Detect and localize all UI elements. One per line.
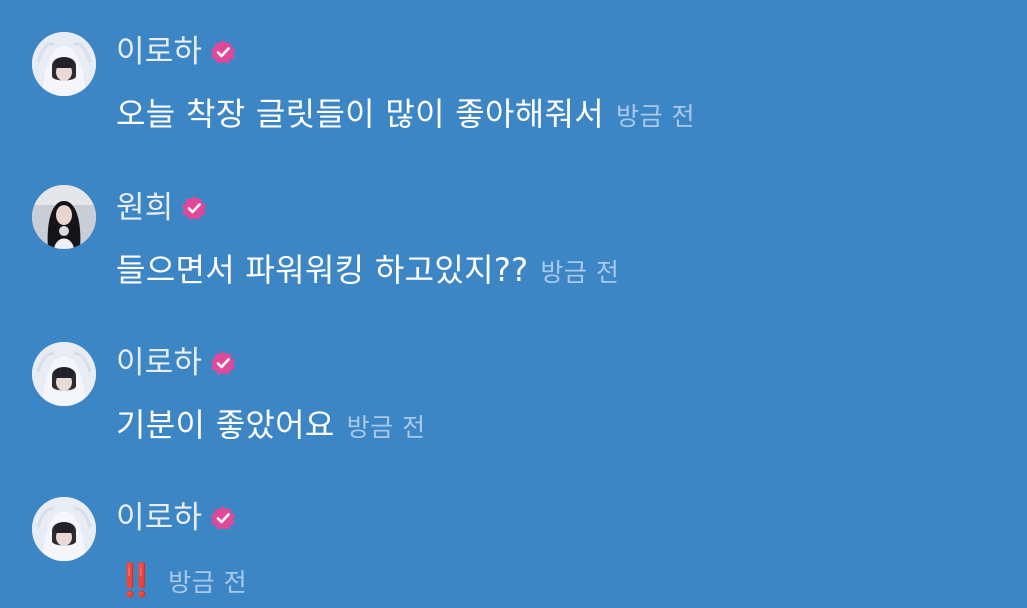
message-text: ‼️: [116, 561, 157, 599]
verified-badge-icon: [211, 506, 236, 530]
iroha-avatar-icon: [32, 342, 96, 406]
message-text: 기분이 좋았어요: [116, 406, 335, 444]
iroha-avatar-icon: [32, 497, 96, 561]
avatar[interactable]: [32, 32, 96, 96]
iroha-avatar-icon: [32, 32, 96, 96]
avatar[interactable]: [32, 185, 96, 249]
timestamp: 방금 전: [346, 413, 426, 442]
avatar[interactable]: [32, 342, 96, 406]
message-text: 들으면서 파워워킹 하고있지??: [116, 251, 529, 289]
verified-badge-icon: [211, 351, 236, 375]
sender-name[interactable]: 이로하: [116, 343, 202, 383]
message-text: 오늘 착장 글릿들이 많이 좋아해줘서: [116, 95, 604, 133]
wonhee-avatar-icon: [32, 185, 96, 249]
timestamp: 방금 전: [616, 102, 695, 131]
timestamp: 방금 전: [540, 258, 620, 287]
sender-name[interactable]: 이로하: [116, 498, 202, 538]
verified-badge-icon: [182, 196, 207, 220]
timestamp: 방금 전: [168, 568, 248, 597]
verified-badge-icon: [211, 40, 236, 64]
sender-name[interactable]: 이로하: [116, 32, 202, 72]
avatar[interactable]: [32, 497, 96, 561]
sender-name[interactable]: 원희: [116, 188, 173, 228]
